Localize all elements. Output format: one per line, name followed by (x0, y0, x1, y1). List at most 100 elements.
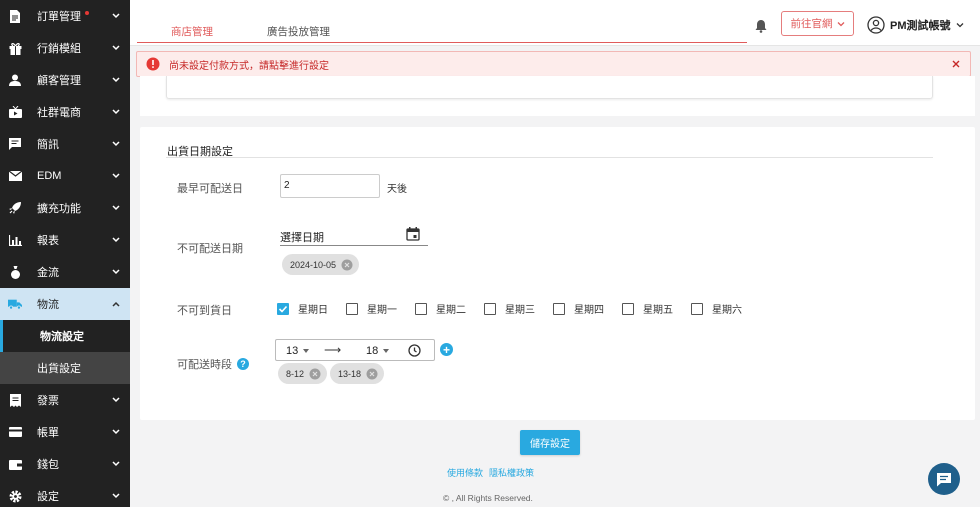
timeslot-chip-label: 13-18 (338, 368, 362, 379)
days-suffix: 天後 (387, 184, 407, 195)
sidebar-item-marketing[interactable]: 行銷模組 (0, 32, 130, 64)
sidebar-item-settings[interactable]: 設定 (0, 480, 130, 507)
save-button[interactable]: 儲存設定 (520, 430, 580, 455)
sidebar-item-payments[interactable]: 金流 (0, 256, 130, 288)
checkbox-label: 星期五 (643, 305, 673, 316)
earliest-day-input[interactable]: 2 (280, 174, 380, 198)
date-picker-field[interactable]: 選擇日期 (280, 227, 428, 246)
privacy-link[interactable]: 隱私權政策 (489, 466, 534, 479)
sidebar-item-billing[interactable]: 帳單 (0, 416, 130, 448)
checkbox-monday[interactable]: 星期一 (346, 301, 397, 316)
weekday-checkboxes: 星期日 星期一 星期二 星期三 星期四 星期五 星期六 (277, 301, 760, 316)
chevron-down-icon (112, 237, 120, 243)
tab-store-management[interactable]: 商店管理 (137, 0, 247, 42)
alert-message[interactable]: 尚未設定付款方式，請點擊進行設定 (169, 57, 329, 72)
checkbox-box (691, 302, 703, 315)
remove-icon[interactable] (366, 368, 378, 380)
close-icon[interactable] (950, 58, 962, 70)
goto-website-button[interactable]: 前往官網 (781, 11, 854, 36)
help-icon[interactable]: ? (237, 358, 249, 370)
sidebar-item-orders[interactable]: 訂單管理 (0, 0, 130, 32)
user-menu[interactable]: PM測試帳號 (867, 16, 964, 34)
goto-website-label: 前往官網 (790, 18, 833, 30)
sidebar-item-label: 帳單 (37, 427, 59, 439)
chevron-down-icon (112, 77, 120, 83)
check-icon (278, 305, 288, 313)
checkbox-thursday[interactable]: 星期四 (553, 301, 604, 316)
user-name: PM測試帳號 (890, 20, 951, 32)
calendar-icon (406, 227, 420, 241)
checkbox-saturday[interactable]: 星期六 (691, 301, 742, 316)
truck-icon (8, 297, 22, 311)
sidebar-item-edm[interactable]: EDM (0, 160, 130, 192)
person-icon (8, 73, 22, 87)
sidebar-subitem-shipping-settings[interactable]: 出貨設定 (0, 352, 130, 384)
start-hour-select[interactable]: 13 (286, 340, 310, 361)
chat-icon (937, 472, 951, 486)
chevron-down-icon (837, 21, 844, 26)
document-icon (8, 9, 22, 23)
checkbox-label: 星期六 (712, 305, 742, 316)
chat-button[interactable] (928, 463, 960, 495)
date-chip-label: 2024-10-05 (290, 259, 337, 270)
tv-icon (8, 105, 22, 119)
tab-ad-management[interactable]: 廣告投放管理 (267, 0, 330, 42)
remove-icon[interactable] (341, 259, 353, 271)
time-range-picker: 13 ⟶ 18 (275, 339, 435, 361)
sidebar-item-label: 物流 (37, 299, 59, 311)
sidebar-item-label: 金流 (37, 267, 59, 279)
chevron-down-icon (112, 269, 120, 275)
bell-icon[interactable] (754, 19, 768, 33)
sidebar-subitem-logistics-settings[interactable]: 物流設定 (0, 320, 130, 352)
timeslot-label-text: 可配送時段 (177, 359, 232, 371)
sidebar-item-label: 簡訊 (37, 139, 59, 151)
remove-icon[interactable] (309, 368, 321, 380)
sidebar-item-label: 社群電商 (37, 107, 81, 119)
checkbox-tuesday[interactable]: 星期二 (415, 301, 466, 316)
avatar-icon (867, 16, 885, 34)
add-timeslot-button[interactable]: + (440, 343, 453, 357)
previous-card (140, 76, 975, 116)
footer-links: 使用條款 隱私權政策 (447, 466, 534, 479)
sidebar-item-extensions[interactable]: 擴充功能 (0, 192, 130, 224)
checkbox-label: 星期二 (436, 305, 466, 316)
no-arrival-label: 不可到貨日 (177, 302, 232, 318)
sidebar-item-label: 設定 (37, 491, 59, 503)
chevron-down-icon (112, 141, 120, 147)
sidebar-item-label: 報表 (37, 235, 59, 247)
bar-chart-icon (8, 233, 22, 247)
timeslot-chip-label: 8-12 (286, 368, 305, 379)
chevron-down-icon (112, 13, 120, 19)
sidebar-item-label: 行銷模組 (37, 43, 81, 55)
sidebar-item-label: 發票 (37, 395, 59, 407)
gift-icon (8, 41, 22, 55)
header-tabs: 商店管理 廣告投放管理 (137, 0, 747, 43)
timeslot-label: 可配送時段 ? (177, 356, 249, 372)
sidebar-item-social-commerce[interactable]: 社群電商 (0, 96, 130, 128)
chevron-down-icon (112, 429, 120, 435)
sidebar-item-sms[interactable]: 簡訊 (0, 128, 130, 160)
checkbox-box (622, 302, 634, 315)
earliest-day-label-text: 最早可配送日 (177, 183, 243, 195)
checkbox-box (346, 302, 358, 315)
end-hour-select[interactable]: 18 (366, 340, 390, 361)
chevron-down-icon (112, 45, 120, 51)
chevron-up-icon (112, 301, 120, 307)
rocket-icon (8, 201, 22, 215)
sidebar-item-logistics[interactable]: 物流 (0, 288, 130, 320)
checkbox-wednesday[interactable]: 星期三 (484, 301, 535, 316)
sidebar-item-reports[interactable]: 報表 (0, 224, 130, 256)
error-icon (146, 57, 160, 71)
checkbox-friday[interactable]: 星期五 (622, 301, 673, 316)
sidebar-item-wallet[interactable]: 錢包 (0, 448, 130, 480)
earliest-day-label: 最早可配送日 (177, 180, 243, 196)
clock-icon (408, 344, 421, 357)
sidebar-item-customers[interactable]: 顧客管理 (0, 64, 130, 96)
sidebar-item-invoice[interactable]: 發票 (0, 384, 130, 416)
checkbox-label: 星期四 (574, 305, 604, 316)
card-icon (8, 425, 22, 439)
unavailable-date-label-text: 不可配送日期 (177, 243, 243, 255)
checkbox-sunday[interactable]: 星期日 (277, 301, 328, 316)
terms-link[interactable]: 使用條款 (447, 466, 483, 479)
sidebar-item-label: 錢包 (37, 459, 59, 471)
